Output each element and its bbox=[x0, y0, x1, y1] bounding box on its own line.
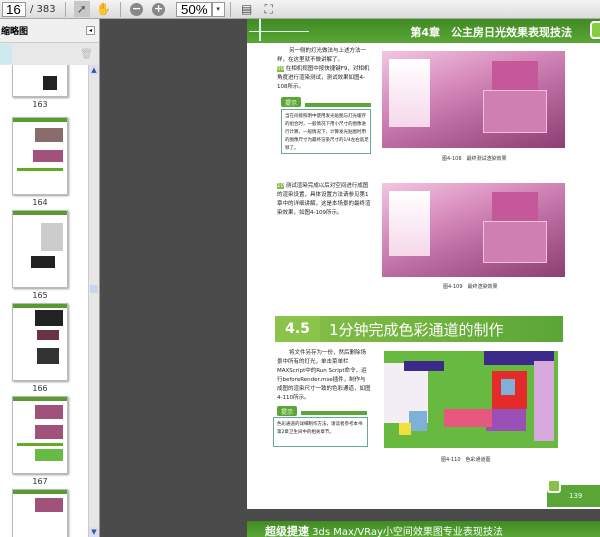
step-number: 10 bbox=[277, 183, 284, 189]
trash-icon[interactable]: 🗑 bbox=[80, 49, 93, 60]
page-number: 139 bbox=[569, 492, 583, 500]
step-text: 在相机视图中按快捷键F9，对相机角度进行渲染测试，测试效果如图4-108所示。 bbox=[277, 66, 370, 90]
thumbnail-page[interactable] bbox=[12, 210, 68, 288]
step-9: 09 在相机视图中按快捷键F9，对相机角度进行渲染测试，测试效果如图4-108所… bbox=[277, 65, 373, 92]
footer-brand: 超级提速 bbox=[265, 525, 309, 537]
render-image-4-109 bbox=[382, 183, 565, 277]
thumbnail-options-button[interactable] bbox=[0, 44, 12, 64]
tip-box: 当在间接照明中使用发光贴图与灯光缓存的组合时，一般情况下用小尺寸的图像进行计算，… bbox=[281, 109, 371, 154]
page-number-tab: 139 bbox=[547, 479, 600, 507]
paragraph: 将文件另存为一份，然后删除场景中所有的灯光，单击菜单栏MAXScript中的Ru… bbox=[277, 350, 371, 401]
thumbnail-page[interactable] bbox=[12, 303, 68, 381]
zoom-input[interactable] bbox=[175, 1, 212, 17]
chapter-header: 第4章 公主房日光效果表现技法 bbox=[247, 19, 600, 43]
thumbnail-list: 163 164 165 166 167 bbox=[0, 65, 88, 537]
tip-label: 提示 bbox=[281, 97, 302, 107]
thumbnail-label: 164 bbox=[32, 198, 48, 207]
thumbnail-label: 166 bbox=[32, 384, 48, 393]
step-text: 测试渲染完成以后对空间进行成图的渲染设置，具体设置方法请参见第1章中的详细讲解，… bbox=[277, 183, 371, 216]
scroll-up-icon[interactable]: ▲ bbox=[89, 65, 99, 75]
section-header: 4.5 1分钟完成色彩通道的制作 bbox=[275, 316, 563, 342]
thumbnail-page[interactable] bbox=[12, 65, 68, 97]
tip-box: 色彩通道的详细制作方法，请读者参考本书第2章卫生间中的相关章节。 bbox=[273, 417, 368, 447]
panel-title: 缩略图 bbox=[1, 27, 29, 37]
tip-rule bbox=[305, 103, 371, 107]
thumbnail-page[interactable] bbox=[12, 117, 68, 195]
chapter-title: 第4章 公主房日光效果表现技法 bbox=[410, 26, 572, 39]
next-page-header: 超级提速 3ds Max/VRay小空间效果图专业表现技法 bbox=[247, 521, 600, 537]
tip-text: 色彩通道的详细制作方法，请读者参考本书第2章卫生间中的相关章节。 bbox=[277, 422, 363, 435]
thumbnail-page[interactable] bbox=[12, 396, 68, 474]
minus-icon: − bbox=[130, 1, 144, 16]
step-number: 09 bbox=[277, 66, 284, 72]
page-gap bbox=[247, 509, 600, 521]
total-pages: / 383 bbox=[30, 3, 56, 15]
thumbnail-label: 167 bbox=[32, 477, 48, 486]
thumbnail-page[interactable] bbox=[12, 489, 68, 537]
zoom-in-button[interactable]: + bbox=[151, 1, 167, 17]
tip-rule bbox=[301, 411, 367, 415]
divider bbox=[119, 1, 121, 17]
scrollbar-thumb[interactable] bbox=[90, 285, 98, 293]
section-title: 1分钟完成色彩通道的制作 bbox=[329, 321, 504, 339]
figure-caption: 图4-109 最终渲染效果 bbox=[443, 284, 498, 290]
section-number: 4.5 bbox=[275, 316, 320, 342]
thumbnail-label: 165 bbox=[32, 291, 48, 300]
thumbnail-panel: 缩略图 ◂ 🗑 163 164 165 166 167 ▲ ▼ bbox=[0, 19, 100, 537]
thumbnail-scrollbar[interactable]: ▲ ▼ bbox=[88, 65, 99, 537]
divider bbox=[229, 1, 231, 17]
paragraph: 另一侧的灯光做法与上述方法一样，在这里就不做讲解了。 bbox=[277, 48, 367, 63]
figure-caption: 图4-110 色彩通道图 bbox=[441, 457, 491, 463]
plus-icon: + bbox=[152, 1, 166, 16]
fit-page-icon[interactable]: ▤ bbox=[239, 1, 255, 17]
scroll-down-icon[interactable]: ▼ bbox=[89, 527, 99, 537]
zoom-dropdown-chevron-icon[interactable]: ▾ bbox=[211, 1, 225, 17]
footer-title: 3ds Max/VRay小空间效果图专业表现技法 bbox=[309, 527, 503, 537]
hand-tool-icon[interactable]: ✋ bbox=[96, 1, 112, 17]
thumbnail-label: 163 bbox=[32, 100, 48, 109]
document-page: 第4章 公主房日光效果表现技法 另一侧的灯光做法与上述方法一样，在这里就不做讲解… bbox=[247, 19, 600, 537]
collapse-panel-icon[interactable]: ◂ bbox=[85, 26, 95, 35]
render-image-4-108 bbox=[382, 51, 565, 148]
select-tool-icon[interactable]: ➚ bbox=[73, 1, 90, 17]
tip-label: 提示 bbox=[277, 406, 298, 416]
color-channel-image-4-110 bbox=[384, 351, 558, 448]
fit-width-icon[interactable]: ⛶ bbox=[261, 1, 277, 17]
page-number-input[interactable] bbox=[2, 1, 26, 17]
step-10: 10 测试渲染完成以后对空间进行成图的渲染设置，具体设置方法请参见第1章中的详细… bbox=[277, 182, 373, 218]
tip-text: 当在间接照明中使用发光贴图与灯光缓存的组合时，一般情况下用小尺寸的图像进行计算，… bbox=[285, 114, 369, 151]
toolbar: / 383 ➚ ✋ − + ▾ ▤ ⛶ bbox=[0, 0, 600, 19]
figure-caption: 图4-108 最终测试渲染效果 bbox=[442, 156, 507, 162]
zoom-out-button[interactable]: − bbox=[129, 1, 145, 17]
divider bbox=[64, 1, 66, 17]
